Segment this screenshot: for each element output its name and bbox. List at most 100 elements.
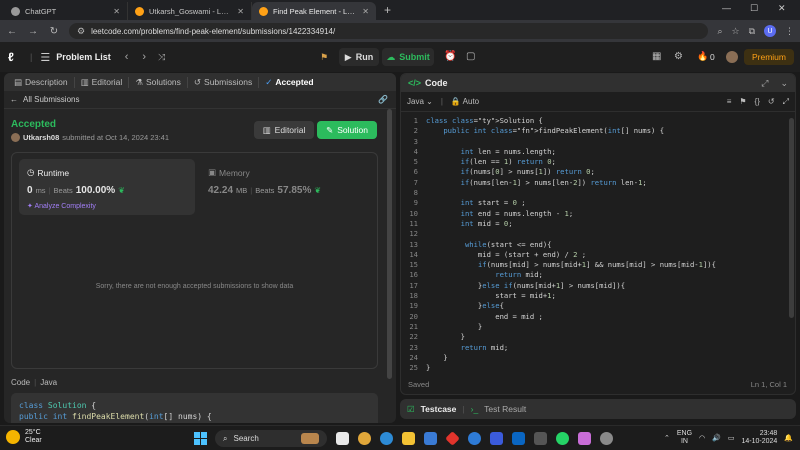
code-line[interactable]: 23 return mid; [401,343,791,353]
windows-start-icon[interactable] [194,432,207,445]
back-arrow-icon[interactable]: ← [10,95,18,104]
maximize-icon[interactable]: ☐ [750,3,758,14]
debug-icon[interactable]: ⚑ [320,52,328,63]
layout-icon[interactable]: ▦ [652,51,661,62]
tab-submissions[interactable]: ↺ Submissions [188,76,260,88]
close-icon[interactable]: ✕ [362,7,369,16]
close-icon[interactable]: ✕ [113,7,120,16]
code-line[interactable]: 11 int mid = 0; [401,219,791,229]
fullscreen-icon[interactable]: ⤢ [783,97,789,107]
site-info-icon[interactable]: ⚙ [77,26,85,37]
share-link-icon[interactable]: 🔗 [378,95,388,104]
runtime-card[interactable]: ◷ Runtime 0 ms | Beats 100.00% ❦ ✦ Analyz… [19,159,195,215]
code-line[interactable]: 19 }else{ [401,301,791,311]
clock[interactable]: 23:48 14-10-2024 [742,430,778,446]
terminal-app-icon[interactable] [490,432,503,445]
code-line[interactable]: 12 [401,229,791,239]
submitted-code-preview[interactable]: class Solution { public int findPeakElem… [11,393,378,423]
browser-tab-find-peak[interactable]: Find Peak Element - LeetCode ✕ [252,2,376,20]
format-icon[interactable]: ≡ [727,97,732,106]
code-line[interactable]: 15 if(nums[mid] > nums[mid+1] && nums[mi… [401,260,791,270]
reload-icon[interactable]: ↻ [48,26,60,37]
tab-solutions[interactable]: ⚗ Solutions [129,76,188,88]
run-button[interactable]: ▶ Run [339,48,379,66]
solution-button[interactable]: ✎ Solution [317,121,377,139]
zoom-icon[interactable]: ⌕ [717,26,722,37]
problem-list-link[interactable]: Problem List [56,52,111,62]
app-gray-icon[interactable] [534,432,547,445]
bookmark-star-icon[interactable]: ☆ [731,26,739,37]
language-indicator[interactable]: ENG IN [677,430,692,446]
battery-icon[interactable]: ▭ [728,434,735,442]
back-arrow-icon[interactable]: ← [6,26,18,37]
bookmark-icon[interactable]: ⚑ [739,97,746,106]
streak-flame-icon[interactable]: 🔥 [697,51,708,62]
settings-gear-icon[interactable]: ⚙ [674,51,683,62]
code-line[interactable]: 13 while(start <= end){ [401,240,791,250]
next-problem-icon[interactable]: › [142,51,146,63]
menu-kebab-icon[interactable]: ⋮ [785,26,794,37]
help-icon[interactable] [468,432,481,445]
list-icon[interactable]: ☰ [40,51,50,64]
tab-accepted[interactable]: ✓ Accepted [259,77,319,88]
code-line[interactable]: 2 public int class="fn">findPeakElement(… [401,126,791,136]
code-line[interactable]: 3 [401,137,791,147]
user-avatar[interactable] [726,51,738,63]
editor-scrollbar[interactable] [789,118,794,318]
all-submissions-link[interactable]: All Submissions [23,95,79,104]
code-line[interactable]: 10 int end = nums.length - 1; [401,209,791,219]
task-view-icon[interactable] [336,432,349,445]
code-line[interactable]: 25} [401,363,791,373]
window-close-icon[interactable]: ✕ [778,3,786,14]
tab-description[interactable]: ▤ Description [8,76,75,88]
shuffle-icon[interactable]: ⤨ [158,52,165,63]
code-editor[interactable]: 1 class class="ty">Solution {2 public int… [401,116,791,378]
browser-tab-profile[interactable]: Utkarsh_Goswami - LeetCode Pr ✕ [128,2,252,20]
username[interactable]: Utkarsh08 [23,133,59,142]
settings-app-icon[interactable] [600,432,613,445]
memory-card[interactable]: ▣ Memory 42.24 MB | Beats 57.85% ❦ [200,159,376,215]
braces-icon[interactable]: {} [755,97,760,106]
edge-icon[interactable] [380,432,393,445]
tab-testcase[interactable]: Testcase [421,404,457,414]
copilot-icon[interactable] [578,432,591,445]
weather-widget[interactable]: 25°C Clear [6,429,42,445]
wifi-icon[interactable]: ◠ [699,434,705,442]
chevron-up-icon[interactable]: ⌃ [664,434,670,442]
code-line[interactable]: 16 return mid; [401,270,791,280]
browser-tab-chatgpt[interactable]: ChatGPT ✕ [4,2,128,20]
mode-select[interactable]: 🔒 Auto [451,97,479,106]
more-chevron-icon[interactable]: ⌄ [780,78,788,89]
analyze-complexity-link[interactable]: ✦ Analyze Complexity [27,202,96,210]
notification-bell-icon[interactable]: 🔔 [784,434,793,442]
taskbar-search[interactable]: ⌕ Search [215,430,327,447]
code-line[interactable]: 22 } [401,332,791,342]
code-line[interactable]: 20 end = mid ; [401,312,791,322]
notes-icon[interactable]: ▢ [466,51,475,62]
tab-editorial[interactable]: ▥ Editorial [75,76,130,88]
code-line[interactable]: 14 mid = (start + end) / 2 ; [401,250,791,260]
editorial-button[interactable]: ▥ Editorial [254,121,314,139]
close-icon[interactable]: ✕ [237,7,244,16]
expand-icon[interactable]: ⤢ [761,78,768,89]
premium-button[interactable]: Premium [744,49,794,65]
code-line[interactable]: 9 int start = 0 ; [401,198,791,208]
forward-arrow-icon[interactable]: → [27,26,39,37]
code-line[interactable]: 1 class class="ty">Solution { [401,116,791,126]
minimize-icon[interactable]: — [722,3,731,13]
code-line[interactable]: 21 } [401,322,791,332]
submit-button[interactable]: ☁ Submit [382,48,434,66]
left-scrollbar[interactable] [387,109,392,379]
prev-problem-icon[interactable]: ‹ [125,51,129,63]
extensions-icon[interactable]: ⧉ [749,26,755,37]
app-red-icon[interactable] [445,431,460,446]
whatsapp-icon[interactable] [556,432,569,445]
chrome-icon[interactable] [358,432,371,445]
code-line[interactable]: 24 } [401,353,791,363]
reset-icon[interactable]: ↺ [768,97,775,106]
leetcode-logo-icon[interactable]: ℓ [8,50,22,64]
code-line[interactable]: 5 if(len == 1) return 0; [401,157,791,167]
code-line[interactable]: 4 int len = nums.length; [401,147,791,157]
linkedin-icon[interactable] [512,432,525,445]
profile-avatar[interactable]: U [764,25,776,37]
